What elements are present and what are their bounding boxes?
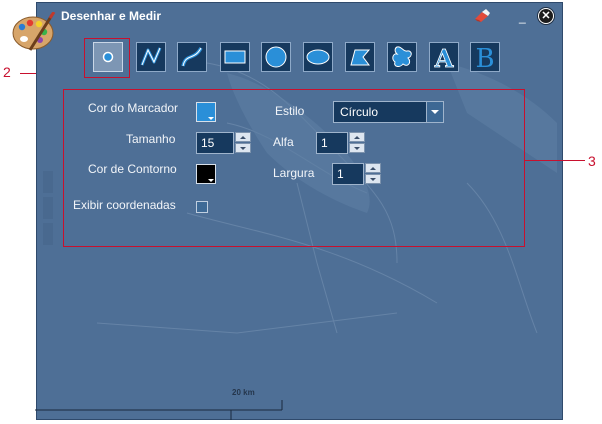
- rectangle-icon: [224, 50, 246, 64]
- callout-box-2: [84, 38, 130, 78]
- style-select[interactable]: Círculo: [333, 101, 444, 123]
- close-button[interactable]: ✕: [537, 7, 555, 25]
- chevron-down-icon[interactable]: [426, 102, 443, 122]
- minimize-button[interactable]: _: [519, 11, 529, 23]
- size-decrement-button[interactable]: [235, 143, 251, 153]
- alpha-input[interactable]: 1: [316, 132, 348, 154]
- show-coordinates-label: Exibir coordenadas: [73, 198, 176, 212]
- alpha-stepper[interactable]: 1: [316, 132, 366, 154]
- width-stepper-buttons[interactable]: [365, 163, 381, 185]
- tool-freehand[interactable]: [387, 42, 417, 72]
- polyline-icon: [140, 47, 162, 66]
- chevron-down-icon: [208, 179, 214, 182]
- width-increment-button[interactable]: [365, 163, 381, 173]
- outline-color-label: Cor de Contorno: [88, 162, 177, 176]
- tool-polyline[interactable]: [136, 42, 166, 72]
- tool-circle[interactable]: [261, 42, 291, 72]
- window-title: Desenhar e Medir: [61, 9, 162, 23]
- curve-icon: [181, 47, 203, 67]
- tool-ellipse[interactable]: [303, 42, 333, 72]
- tool-text-b[interactable]: B: [470, 42, 500, 72]
- alpha-decrement-button[interactable]: [349, 143, 365, 153]
- tool-text-a[interactable]: A: [429, 42, 459, 72]
- circle-icon: [265, 46, 287, 68]
- text-b-icon: B: [475, 44, 494, 71]
- ellipse-icon: [306, 49, 330, 65]
- eraser-icon[interactable]: [473, 9, 491, 23]
- width-input[interactable]: 1: [332, 163, 364, 185]
- alpha-stepper-buttons[interactable]: [349, 132, 365, 154]
- style-select-value: Círculo: [340, 105, 379, 119]
- width-label: Largura: [273, 166, 315, 180]
- tool-polygon[interactable]: [345, 42, 375, 72]
- size-label: Tamanho: [126, 132, 176, 146]
- width-decrement-button[interactable]: [365, 174, 381, 184]
- tool-curve[interactable]: [177, 42, 207, 72]
- outline-color-picker[interactable]: [196, 164, 216, 184]
- size-stepper-buttons[interactable]: [235, 132, 251, 154]
- text-a-icon: A: [433, 44, 454, 71]
- polygon-icon: [350, 49, 371, 66]
- callout-number-3: 3: [588, 153, 596, 169]
- callout-number-2: 2: [3, 64, 11, 80]
- chevron-down-icon: [208, 117, 214, 120]
- marker-color-picker[interactable]: [196, 102, 216, 122]
- show-coordinates-checkbox[interactable]: [196, 201, 208, 213]
- text-b-label: B: [475, 44, 494, 71]
- freehand-icon: [392, 46, 412, 67]
- style-label: Estilo: [275, 104, 305, 118]
- width-stepper[interactable]: 1: [332, 163, 382, 185]
- palette-icon: [12, 12, 56, 51]
- scale-bar: [35, 400, 283, 420]
- size-input[interactable]: 15: [196, 132, 234, 154]
- alpha-increment-button[interactable]: [349, 132, 365, 142]
- close-icon: ✕: [541, 10, 551, 22]
- size-stepper[interactable]: 15: [196, 132, 252, 154]
- callout-leader-3: [525, 160, 585, 161]
- text-a-label: A: [434, 44, 454, 71]
- marker-color-label: Cor do Marcador: [88, 101, 179, 115]
- alpha-label: Alfa: [273, 135, 294, 149]
- size-increment-button[interactable]: [235, 132, 251, 142]
- tool-rectangle[interactable]: [220, 42, 250, 72]
